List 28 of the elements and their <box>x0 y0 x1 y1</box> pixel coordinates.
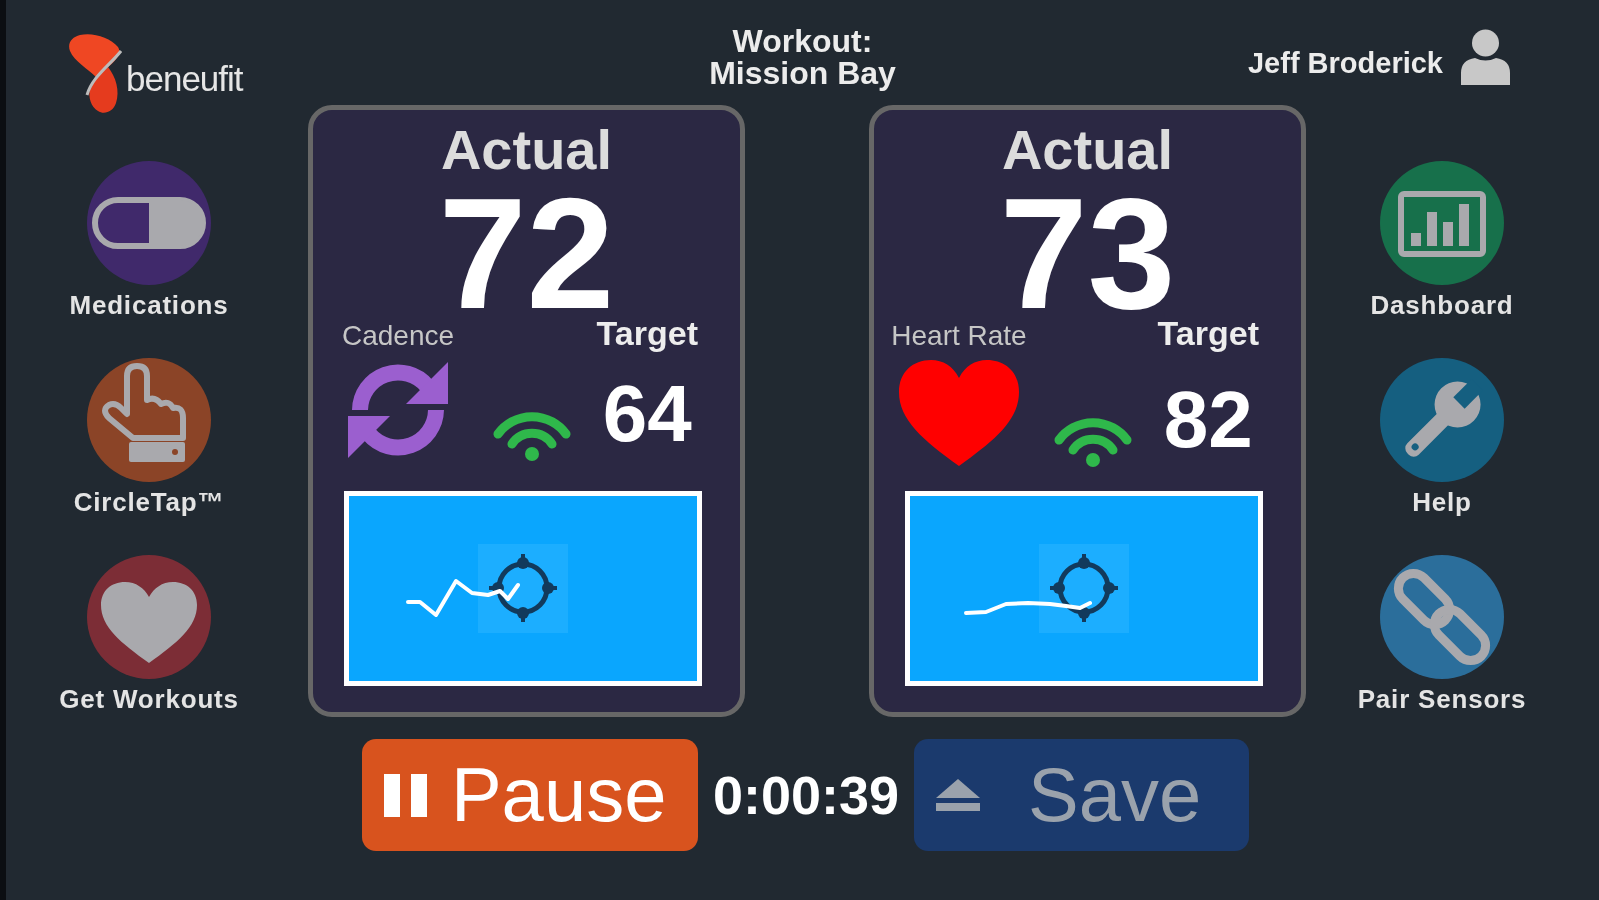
card-heading: Actual <box>1000 122 1175 178</box>
nav-button[interactable]: Dashboard <box>1370 161 1514 320</box>
nav-button[interactable]: Pair Sensors <box>1357 555 1527 714</box>
crosshair-icon <box>478 544 568 633</box>
actual-value: 73 <box>999 190 1176 317</box>
card-heading: Actual <box>439 122 614 178</box>
metric-label: Heart Rate <box>891 322 1027 351</box>
nav-button[interactable]: CircleTap™ <box>73 358 225 517</box>
workout-name: Mission Bay <box>709 57 896 89</box>
user-name: Jeff Broderick <box>1248 48 1443 78</box>
nav-button[interactable]: Medications <box>69 161 229 320</box>
crosshair-icon <box>1039 544 1129 633</box>
pause-icon <box>383 773 427 817</box>
workout-label: Workout: <box>731 25 874 57</box>
pause-button[interactable]: Pause <box>361 739 698 851</box>
target-value: 64 <box>602 374 692 455</box>
user-icon <box>1460 29 1511 85</box>
target-label: Target <box>1157 316 1259 351</box>
target-label: Target <box>596 316 698 351</box>
nav-button[interactable]: Get Workouts <box>59 555 239 714</box>
logo-text: beneufit <box>126 60 243 96</box>
eject-icon <box>936 779 981 811</box>
logo-icon <box>66 33 122 115</box>
nav-button[interactable]: Help <box>1380 358 1504 517</box>
elapsed-time: 0:00:39 <box>712 768 900 822</box>
metric-label: Cadence <box>341 322 455 351</box>
actual-value: 72 <box>438 190 615 317</box>
target-value: 82 <box>1163 380 1253 461</box>
